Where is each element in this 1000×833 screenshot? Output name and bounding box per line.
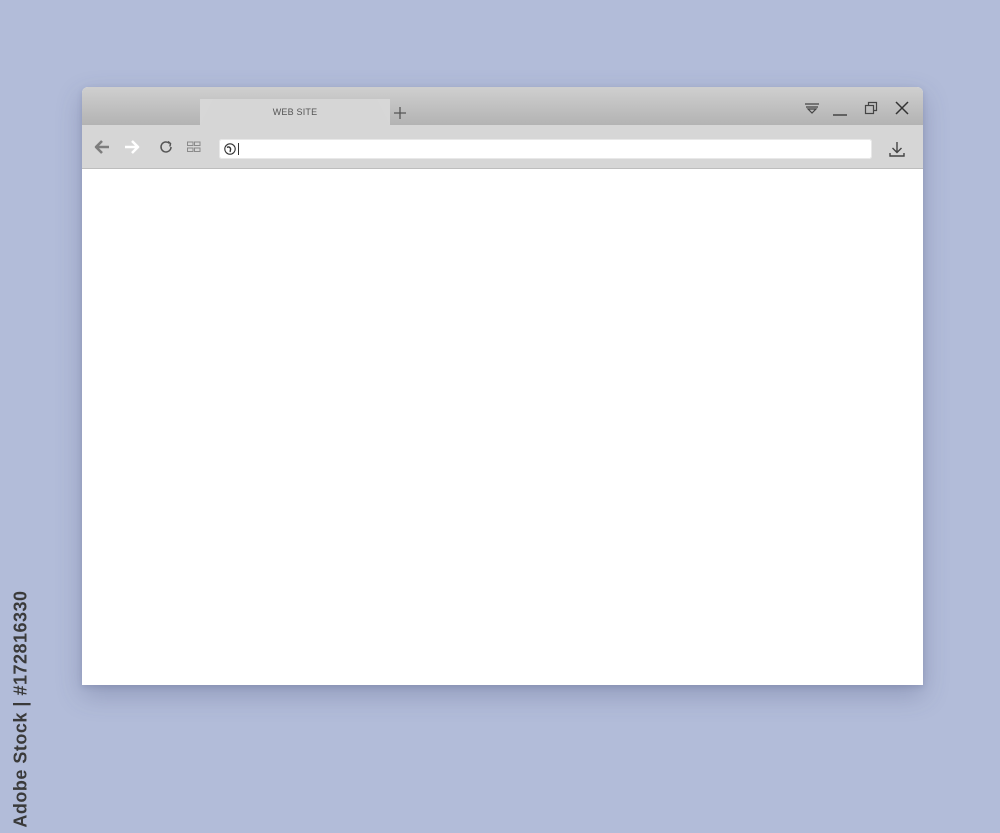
- download-icon: [889, 142, 905, 157]
- reload-icon: [160, 140, 172, 153]
- tab-active[interactable]: WEB SITE: [200, 99, 390, 125]
- stock-id-text: Adobe Stock | #172816330: [10, 590, 31, 828]
- title-bar: WEB SITE: [82, 87, 923, 125]
- tab-title: WEB SITE: [272, 107, 318, 117]
- globe-icon: [224, 143, 236, 155]
- apps-button[interactable]: [185, 138, 203, 156]
- toolbar: [82, 125, 923, 169]
- plus-icon: [394, 107, 406, 119]
- tab-menu-button[interactable]: [803, 99, 821, 117]
- new-tab-button[interactable]: [390, 103, 410, 123]
- arrow-right-icon: [125, 140, 140, 154]
- address-input[interactable]: [241, 139, 861, 159]
- grid-icon: [187, 141, 201, 152]
- address-bar[interactable]: [219, 139, 872, 159]
- close-icon: [895, 101, 909, 115]
- restore-button[interactable]: [862, 99, 880, 117]
- minimize-button[interactable]: [831, 99, 849, 117]
- stock-id-watermark: Adobe Stock | #172816330: [0, 590, 42, 827]
- arrow-left-icon: [94, 140, 109, 154]
- page-content[interactable]: [82, 169, 923, 685]
- back-button[interactable]: [93, 138, 111, 156]
- forward-button[interactable]: [123, 138, 141, 156]
- download-button[interactable]: [887, 139, 907, 159]
- close-button[interactable]: [893, 99, 911, 117]
- text-caret: [238, 143, 239, 155]
- reload-button[interactable]: [157, 138, 175, 156]
- minimize-icon: [833, 114, 847, 116]
- browser-window: WEB SITE: [82, 87, 923, 685]
- restore-icon: [864, 101, 878, 115]
- tab-menu-icon: [805, 103, 819, 114]
